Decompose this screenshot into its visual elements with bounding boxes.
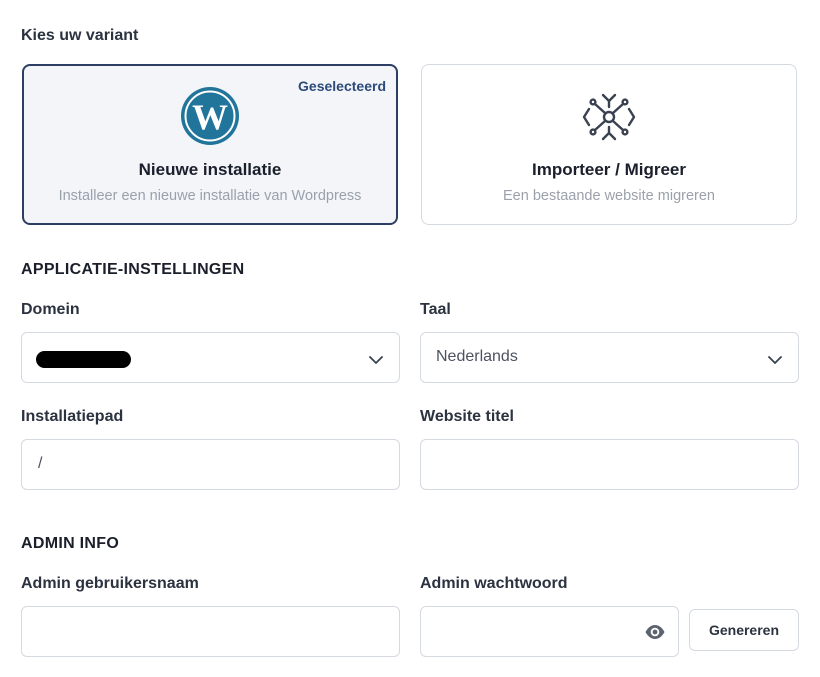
domain-label: Domein: [21, 301, 80, 318]
app-settings-heading: APPLICATIE-INSTELLINGEN: [21, 261, 245, 278]
selected-badge: Geselecteerd: [298, 78, 386, 94]
install-path-value: /: [38, 455, 43, 472]
language-select[interactable]: Nederlands: [420, 332, 799, 383]
migrate-icon: [581, 89, 637, 145]
language-value: Nederlands: [436, 348, 518, 365]
variant-card-subtitle: Installeer een nieuwe installatie van Wo…: [58, 188, 362, 204]
variant-card-new-install[interactable]: Geselecteerd W Nieuwe installatie Instal…: [22, 64, 398, 225]
redacted-domain-value: [36, 351, 131, 368]
admin-username-input[interactable]: [21, 606, 400, 657]
chevron-down-icon: [369, 352, 383, 364]
wordpress-icon: W: [180, 86, 240, 146]
generate-password-button[interactable]: Genereren: [689, 609, 799, 651]
variant-card-title: Nieuwe installatie: [138, 160, 282, 179]
admin-info-heading: ADMIN INFO: [21, 535, 120, 552]
svg-text:W: W: [192, 97, 228, 137]
eye-icon[interactable]: [644, 621, 666, 643]
admin-username-label: Admin gebruikersnaam: [21, 575, 199, 592]
variant-label: Kies uw variant: [21, 27, 139, 44]
domain-select[interactable]: [21, 332, 400, 383]
variant-card-subtitle: Een bestaande website migreren: [503, 188, 715, 204]
install-path-label: Installatiepad: [21, 408, 124, 425]
site-title-input[interactable]: [420, 439, 799, 490]
install-path-input[interactable]: /: [21, 439, 400, 490]
admin-password-input[interactable]: [420, 606, 679, 657]
admin-password-label: Admin wachtwoord: [420, 575, 568, 592]
site-title-label: Website titel: [420, 408, 514, 425]
variant-card-migrate[interactable]: Importeer / Migreer Een bestaande websit…: [421, 64, 797, 225]
language-label: Taal: [420, 301, 451, 318]
variant-card-title: Importeer / Migreer: [532, 160, 686, 179]
chevron-down-icon: [768, 352, 782, 364]
